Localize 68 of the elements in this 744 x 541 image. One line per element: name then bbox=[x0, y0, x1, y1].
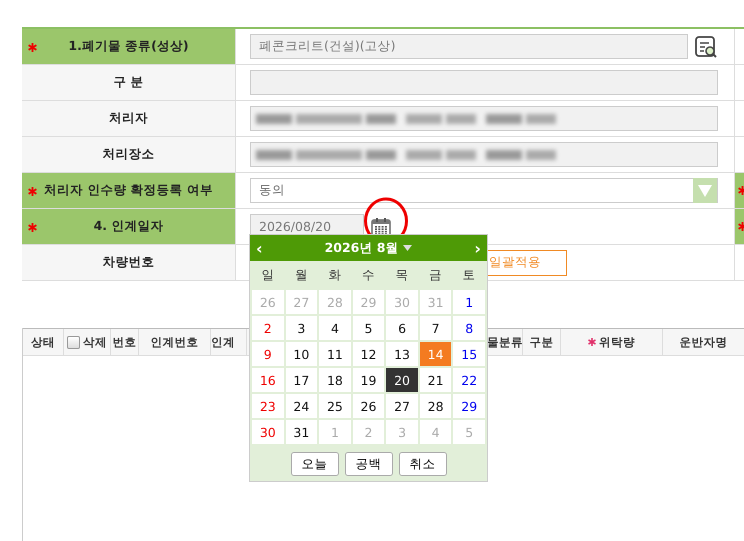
weekday-label: 일 bbox=[260, 266, 276, 284]
dropdown-arrow-icon[interactable] bbox=[403, 245, 412, 251]
calendar-button[interactable]: 취소 bbox=[398, 452, 446, 476]
calendar-day[interactable]: 23 bbox=[252, 394, 284, 418]
weekday-label: 토 bbox=[462, 266, 477, 284]
field-label: 구 분 bbox=[113, 74, 144, 91]
field-label: 1.폐기물 종류(성상) bbox=[68, 38, 189, 55]
column-header: 번호 bbox=[112, 334, 136, 350]
column-header: 삭제 bbox=[83, 334, 107, 350]
redacted-field[interactable] bbox=[250, 142, 718, 167]
calendar-day[interactable]: 11 bbox=[319, 342, 351, 366]
calendar-day[interactable]: 7 bbox=[420, 316, 452, 340]
column-header: 물분류 bbox=[487, 334, 522, 350]
calendar-day[interactable]: 31 bbox=[286, 420, 318, 444]
field-label: 처리자 인수량 확정등록 여부 bbox=[44, 182, 214, 199]
calendar-day[interactable]: 24 bbox=[286, 394, 318, 418]
field-label: 차량번호 bbox=[102, 254, 154, 271]
calendar-day[interactable]: 17 bbox=[286, 368, 318, 392]
calendar-button[interactable]: 공백 bbox=[344, 452, 392, 476]
calendar-day[interactable]: 20 bbox=[386, 368, 418, 392]
calendar-day[interactable]: 16 bbox=[252, 368, 284, 392]
calendar-day[interactable]: 30 bbox=[252, 420, 284, 444]
calendar-day[interactable]: 22 bbox=[453, 368, 485, 392]
weekday-label: 목 bbox=[394, 266, 410, 284]
column-header: 상태 bbox=[31, 334, 55, 350]
calendar-day[interactable]: 1 bbox=[453, 290, 485, 314]
field-label: 처리장소 bbox=[102, 146, 154, 163]
column-header: 인계번호 bbox=[150, 334, 198, 350]
calendar-day[interactable]: 2 bbox=[252, 316, 284, 340]
calendar-day[interactable]: 12 bbox=[352, 342, 384, 366]
waste-type-field[interactable]: 폐콘크리트(건설)(고상) bbox=[250, 34, 688, 59]
column-header: 구분 bbox=[530, 334, 554, 350]
calendar-day[interactable]: 8 bbox=[453, 316, 485, 340]
calendar-button[interactable]: 오늘 bbox=[290, 452, 338, 476]
calendar-day[interactable]: 28 bbox=[420, 394, 452, 418]
weekday-label: 월 bbox=[294, 266, 309, 284]
search-list-icon[interactable] bbox=[694, 34, 718, 58]
weekday-label: 금 bbox=[428, 266, 444, 284]
weekday-label: 화 bbox=[327, 266, 342, 284]
weekday-label: 수 bbox=[360, 266, 376, 284]
field-label: 4. 인계일자 bbox=[94, 218, 164, 235]
next-month-button[interactable]: › bbox=[474, 238, 481, 258]
month-title[interactable]: 2026년 8월 bbox=[324, 240, 398, 256]
column-header: 인계 bbox=[211, 334, 235, 350]
redacted-field[interactable] bbox=[250, 106, 718, 131]
calendar-day[interactable]: 4 bbox=[319, 316, 351, 340]
calendar-day[interactable]: 29 bbox=[453, 394, 485, 418]
calendar-day[interactable]: 26 bbox=[352, 394, 384, 418]
text-field[interactable] bbox=[250, 70, 718, 95]
calendar-day[interactable]: 21 bbox=[420, 368, 452, 392]
field-label: 처리자 bbox=[109, 110, 148, 127]
calendar-day[interactable]: 27 bbox=[386, 394, 418, 418]
column-header: 위탁량 bbox=[599, 334, 635, 350]
calendar-day[interactable]: 3 bbox=[286, 316, 318, 340]
calendar-day[interactable]: 15 bbox=[453, 342, 485, 366]
checkbox[interactable] bbox=[67, 336, 80, 348]
calendar-day[interactable]: 25 bbox=[319, 394, 351, 418]
calendar-day[interactable]: 13 bbox=[386, 342, 418, 366]
calendar-day[interactable]: 5 bbox=[352, 316, 384, 340]
dropdown-arrow-icon[interactable] bbox=[698, 184, 712, 196]
calendar-day[interactable]: 9 bbox=[252, 342, 284, 366]
column-header: 운반자명 bbox=[680, 334, 728, 350]
previous-month-button[interactable]: ‹ bbox=[256, 238, 263, 258]
calendar-day[interactable]: 19 bbox=[352, 368, 384, 392]
calendar-day[interactable]: 10 bbox=[286, 342, 318, 366]
calendar-day[interactable]: 6 bbox=[386, 316, 418, 340]
consent-select[interactable]: 동의 bbox=[250, 178, 718, 203]
calendar-day[interactable]: 18 bbox=[319, 368, 351, 392]
